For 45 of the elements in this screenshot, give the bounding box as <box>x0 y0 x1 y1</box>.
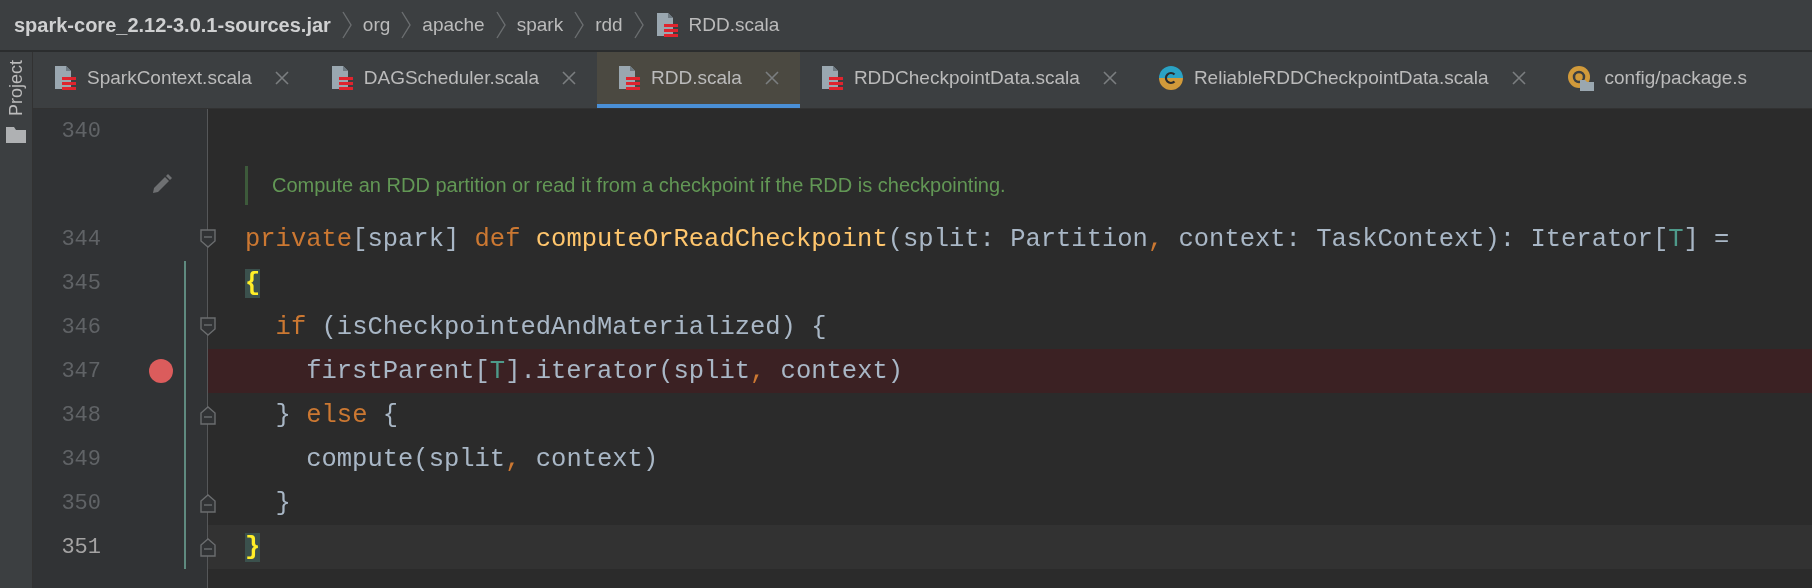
chevron-icon <box>400 10 413 40</box>
close-icon[interactable] <box>1510 70 1527 86</box>
fold-icon[interactable] <box>200 493 216 513</box>
close-icon[interactable] <box>273 70 290 86</box>
close-icon[interactable] <box>1101 70 1118 86</box>
package-icon <box>1566 65 1595 91</box>
fold-icon[interactable] <box>200 229 216 249</box>
editor-tab[interactable]: RDD.scala <box>597 52 800 108</box>
code-line: compute(split, context) <box>305 443 659 476</box>
editor-tab[interactable]: config/package.s <box>1546 52 1780 108</box>
breadcrumb-item[interactable]: org <box>362 14 391 36</box>
code-line: if (isCheckpointedAndMaterialized) { <box>274 311 827 344</box>
scala-file-icon <box>819 65 844 91</box>
breadcrumb-item[interactable]: RDD.scala <box>688 14 780 36</box>
breadcrumb-item[interactable]: rdd <box>595 14 623 36</box>
class-icon <box>1157 65 1184 91</box>
scala-file-icon <box>53 65 77 91</box>
project-tool-tab[interactable]: Project <box>5 60 27 117</box>
code-line: private[spark] def computeOrReadCheckpoint(split: Partition, context: TaskContext): Iterator[T] = <box>245 223 1730 256</box>
line-number: 351 <box>60 534 101 560</box>
doc-comment: Compute an RDD partition or read it from a checkpoint if the RDD is checkpointing. <box>245 165 1006 205</box>
fold-icon[interactable] <box>200 317 216 337</box>
editor-tab[interactable]: SparkContext.scala <box>33 52 310 108</box>
fold-icon[interactable] <box>200 405 216 425</box>
chevron-icon <box>340 10 353 40</box>
breadcrumb-item[interactable]: spark-core_2.12-3.0.1-sources.jar <box>14 13 331 37</box>
editor-tab[interactable]: ReliableRDDCheckpointData.scala <box>1137 52 1547 108</box>
code-line: firstParent[T].iterator(split, context) <box>305 355 904 388</box>
editor-tab[interactable]: RDDCheckpointData.scala <box>799 52 1138 108</box>
scala-file-icon <box>654 12 679 38</box>
scala-file-icon <box>329 65 354 91</box>
close-icon[interactable] <box>561 70 578 86</box>
breadcrumb-item[interactable]: apache <box>422 14 485 36</box>
chevron-icon <box>494 10 507 40</box>
chevron-icon <box>632 10 645 40</box>
scala-file-icon <box>617 65 642 91</box>
breadcrumb-item[interactable]: spark <box>516 14 564 36</box>
folder-icon <box>5 126 27 145</box>
breakpoint-icon[interactable] <box>148 358 174 384</box>
fold-icon[interactable] <box>200 537 216 557</box>
code-line: } <box>274 487 291 520</box>
chevron-icon <box>573 10 586 40</box>
editor-tab[interactable]: DAGScheduler.scala <box>309 52 598 108</box>
close-icon[interactable] <box>763 70 780 86</box>
code-line: } else { <box>274 399 399 432</box>
